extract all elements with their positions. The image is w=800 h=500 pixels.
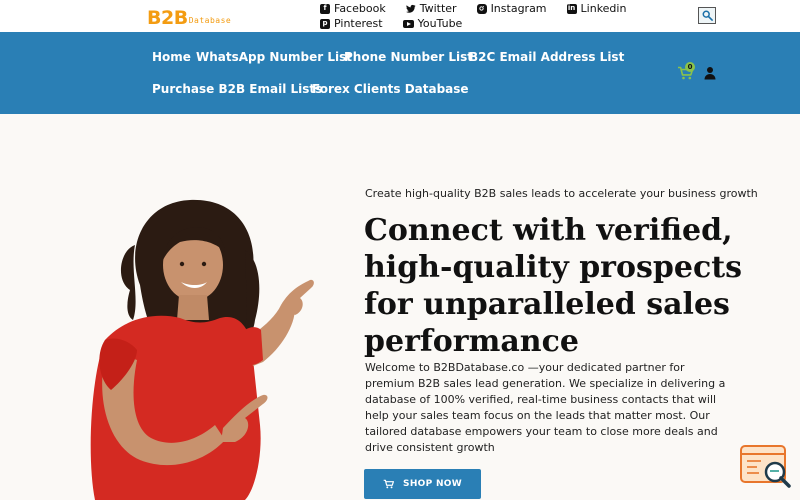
cart-icon [383,479,395,489]
social-link-facebook[interactable]: f Facebook [320,2,386,15]
user-account-icon[interactable] [704,66,716,80]
search-button[interactable] [698,7,716,24]
top-bar: B2B Database f Facebook Twitter Instagra… [0,0,800,32]
facebook-icon: f [320,3,330,14]
social-link-twitter[interactable]: Twitter [405,2,457,15]
shop-now-button[interactable]: SHOP NOW [364,469,481,499]
nav-item-whatsapp-number-list[interactable]: WhatsApp Number List [196,50,352,64]
social-link-label: Pinterest [334,17,383,30]
logo-sub-text: Database [188,16,232,25]
nav-item-phone-number-list[interactable]: Phone Number List [344,50,473,64]
social-link-pinterest[interactable]: p Pinterest [320,17,383,30]
hero-tagline: Create high-quality B2B sales leads to a… [365,187,758,200]
social-links: f Facebook Twitter Instagram in Linkedin… [320,2,690,30]
hero-headline: Connect with verified, high-quality pros… [364,213,742,359]
social-link-instagram[interactable]: Instagram [476,2,547,15]
hero-woman-pointing-image [90,199,314,500]
nav-item-forex-clients-database[interactable]: Forex Clients Database [312,82,469,96]
social-link-label: Facebook [334,2,386,15]
nav-item-b2c-email-address-list[interactable]: B2C Email Address List [469,50,624,64]
nav-item-purchase-b2b-email-lists[interactable]: Purchase B2B Email Lists [152,82,322,96]
cart-count-badge: 0 [685,62,695,72]
main-navigation: Home WhatsApp Number List Phone Number L… [0,32,800,114]
instagram-icon [476,3,487,14]
nav-item-home[interactable]: Home [152,50,191,64]
social-link-label: Linkedin [580,2,627,15]
pinterest-icon: p [320,18,330,29]
linkedin-icon: in [566,3,577,14]
social-link-youtube[interactable]: YouTube [402,17,463,30]
social-link-label: YouTube [417,17,463,30]
youtube-icon [402,19,414,28]
social-link-linkedin[interactable]: in Linkedin [566,2,627,15]
social-link-label: Twitter [419,2,457,15]
site-logo[interactable]: B2B Database [147,6,231,28]
logo-main-text: B2B [147,7,188,29]
social-link-label: Instagram [490,2,547,15]
hero-description: Welcome to B2BDatabase.co —your dedicate… [365,361,726,454]
twitter-icon [405,4,416,14]
shop-now-label: SHOP NOW [403,479,462,489]
search-icon [702,10,713,21]
browser-search-widget-icon[interactable] [739,444,792,490]
